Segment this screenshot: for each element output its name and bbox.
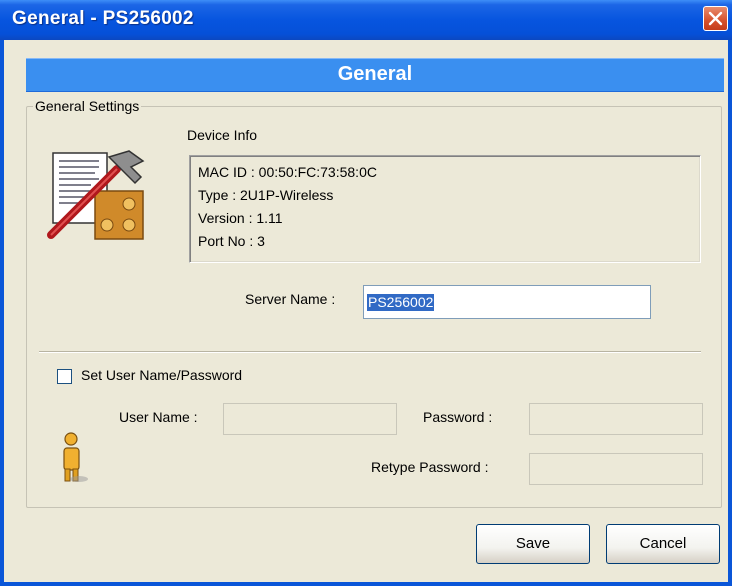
set-user-password-label[interactable]: Set User Name/Password: [81, 367, 242, 383]
separator-line: [39, 351, 701, 353]
retype-password-label: Retype Password :: [371, 459, 489, 475]
version-text: Version : 1.11: [198, 210, 283, 226]
window-title: General - PS256002: [12, 8, 194, 29]
password-input[interactable]: [529, 403, 703, 435]
device-info-label: Device Info: [187, 127, 258, 143]
server-name-input[interactable]: PS256002: [363, 285, 651, 319]
banner-title: General: [337, 63, 413, 85]
server-name-value: PS256002: [367, 294, 435, 311]
password-label: Password :: [423, 409, 493, 425]
title-bar[interactable]: General - PS256002: [0, 0, 732, 40]
close-button[interactable]: [703, 6, 728, 31]
general-settings-group: General Settings Device Info MAC ID: 00…: [26, 98, 722, 508]
mac-id-text: MAC ID : 00:50:FC:73:58:0C: [198, 164, 377, 180]
set-user-password-checkbox[interactable]: [57, 369, 72, 384]
user-name-input[interactable]: [223, 403, 397, 435]
group-legend: General Settings: [33, 98, 142, 114]
save-button[interactable]: Save: [476, 524, 590, 564]
user-icon: [63, 432, 88, 482]
close-icon: [708, 11, 723, 26]
device-info-box: MAC ID : 00:50:FC:73:58:0C Type : 2U1P-W…: [189, 155, 701, 263]
general-banner: General: [26, 58, 724, 92]
port-no-text: Port No : 3: [198, 233, 265, 249]
user-name-label: User Name :: [119, 409, 198, 425]
retype-password-input[interactable]: [529, 453, 703, 485]
dialog-window: General - PS256002 General General Setti…: [0, 0, 732, 586]
cancel-button[interactable]: Cancel: [606, 524, 720, 564]
device-settings-icon: [47, 150, 145, 240]
type-text: Type : 2U1P-Wireless: [198, 187, 334, 203]
server-name-label: Server Name :: [245, 291, 336, 307]
dialog-client-area: General General Settings Device Info MAC…: [4, 40, 728, 582]
